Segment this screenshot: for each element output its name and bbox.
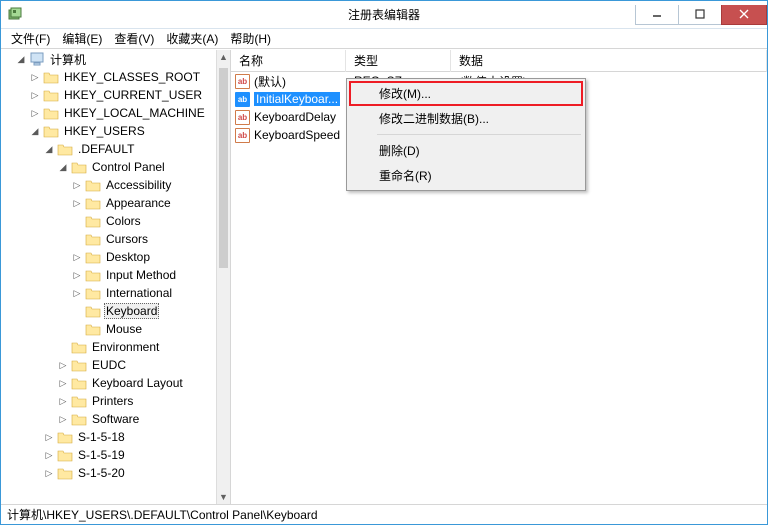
minimize-button[interactable] — [635, 5, 679, 25]
maximize-button[interactable] — [678, 5, 722, 25]
col-type[interactable]: 类型 — [346, 49, 451, 72]
tree-node-appearance[interactable]: ▷Appearance — [1, 194, 216, 212]
tree-scrollbar[interactable]: ▲ ▼ — [216, 50, 230, 504]
tree-node-software[interactable]: ▷Software — [1, 410, 216, 428]
tree-node-cursors[interactable]: ▷Cursors — [1, 230, 216, 248]
tree-pane: ◢计算机 ▷HKEY_CLASSES_ROOT ▷HKEY_CURRENT_US… — [1, 50, 231, 504]
col-data[interactable]: 数据 — [451, 49, 767, 72]
tree-node-inputmethod[interactable]: ▷Input Method — [1, 266, 216, 284]
tree-node-s1519[interactable]: ▷S-1-5-19 — [1, 446, 216, 464]
tree-node-hklm[interactable]: ▷HKEY_LOCAL_MACHINE — [1, 104, 216, 122]
ctx-modify-binary[interactable]: 修改二进制数据(B)... — [349, 106, 583, 131]
status-bar: 计算机\HKEY_USERS\.DEFAULT\Control Panel\Ke… — [1, 504, 767, 524]
tree-node-colors[interactable]: ▷Colors — [1, 212, 216, 230]
context-menu: 修改(M)... 修改二进制数据(B)... 删除(D) 重命名(R) — [346, 78, 586, 191]
menu-file[interactable]: 文件(F) — [5, 28, 56, 49]
tree-node-desktop[interactable]: ▷Desktop — [1, 248, 216, 266]
values-pane: 名称 类型 数据 ab(默认) REG_SZ (数值未设置) abInitial… — [231, 50, 767, 504]
title-bar: 注册表编辑器 — [1, 1, 767, 29]
main-area: ◢计算机 ▷HKEY_CLASSES_ROOT ▷HKEY_CURRENT_US… — [1, 49, 767, 504]
ctx-modify[interactable]: 修改(M)... — [349, 81, 583, 106]
menu-favorites[interactable]: 收藏夹(A) — [160, 28, 224, 49]
tree-node-hkcr[interactable]: ▷HKEY_CLASSES_ROOT — [1, 68, 216, 86]
menu-edit[interactable]: 编辑(E) — [56, 28, 108, 49]
tree-node-keyboard[interactable]: ▷Keyboard — [1, 302, 216, 320]
tree-node-international[interactable]: ▷International — [1, 284, 216, 302]
tree-node-default[interactable]: ◢.DEFAULT — [1, 140, 216, 158]
window-title: 注册表编辑器 — [348, 6, 420, 23]
scroll-down-arrow[interactable]: ▼ — [217, 490, 230, 504]
tree-node-s1520[interactable]: ▷S-1-5-20 — [1, 464, 216, 482]
app-icon — [7, 7, 23, 23]
close-button[interactable] — [721, 5, 767, 25]
ctx-rename[interactable]: 重命名(R) — [349, 163, 583, 188]
tree-node-hku[interactable]: ◢HKEY_USERS — [1, 122, 216, 140]
string-value-icon: ab — [235, 110, 250, 125]
tree-node-eudc[interactable]: ▷EUDC — [1, 356, 216, 374]
ctx-separator — [377, 134, 581, 135]
menu-help[interactable]: 帮助(H) — [224, 28, 277, 49]
status-path: 计算机\HKEY_USERS\.DEFAULT\Control Panel\Ke… — [7, 506, 318, 523]
col-name[interactable]: 名称 — [231, 49, 346, 72]
tree-node-mouse[interactable]: ▷Mouse — [1, 320, 216, 338]
menu-bar: 文件(F) 编辑(E) 查看(V) 收藏夹(A) 帮助(H) — [1, 29, 767, 49]
menu-view[interactable]: 查看(V) — [108, 28, 160, 49]
string-value-icon: ab — [235, 128, 250, 143]
tree-node-s1518[interactable]: ▷S-1-5-18 — [1, 428, 216, 446]
tree-node-environment[interactable]: ▷Environment — [1, 338, 216, 356]
string-value-icon: ab — [235, 74, 250, 89]
tree-node-computer[interactable]: ◢计算机 — [1, 50, 216, 68]
window-controls — [636, 5, 767, 25]
tree-node-keyboardlayout[interactable]: ▷Keyboard Layout — [1, 374, 216, 392]
tree-node-printers[interactable]: ▷Printers — [1, 392, 216, 410]
ctx-delete[interactable]: 删除(D) — [349, 138, 583, 163]
scrollbar-thumb[interactable] — [219, 68, 228, 268]
string-value-icon: ab — [235, 92, 250, 107]
tree-node-controlpanel[interactable]: ◢Control Panel — [1, 158, 216, 176]
scroll-up-arrow[interactable]: ▲ — [217, 50, 230, 64]
tree-node-accessibility[interactable]: ▷Accessibility — [1, 176, 216, 194]
tree-node-hkcu[interactable]: ▷HKEY_CURRENT_USER — [1, 86, 216, 104]
list-header: 名称 类型 数据 — [231, 50, 767, 72]
